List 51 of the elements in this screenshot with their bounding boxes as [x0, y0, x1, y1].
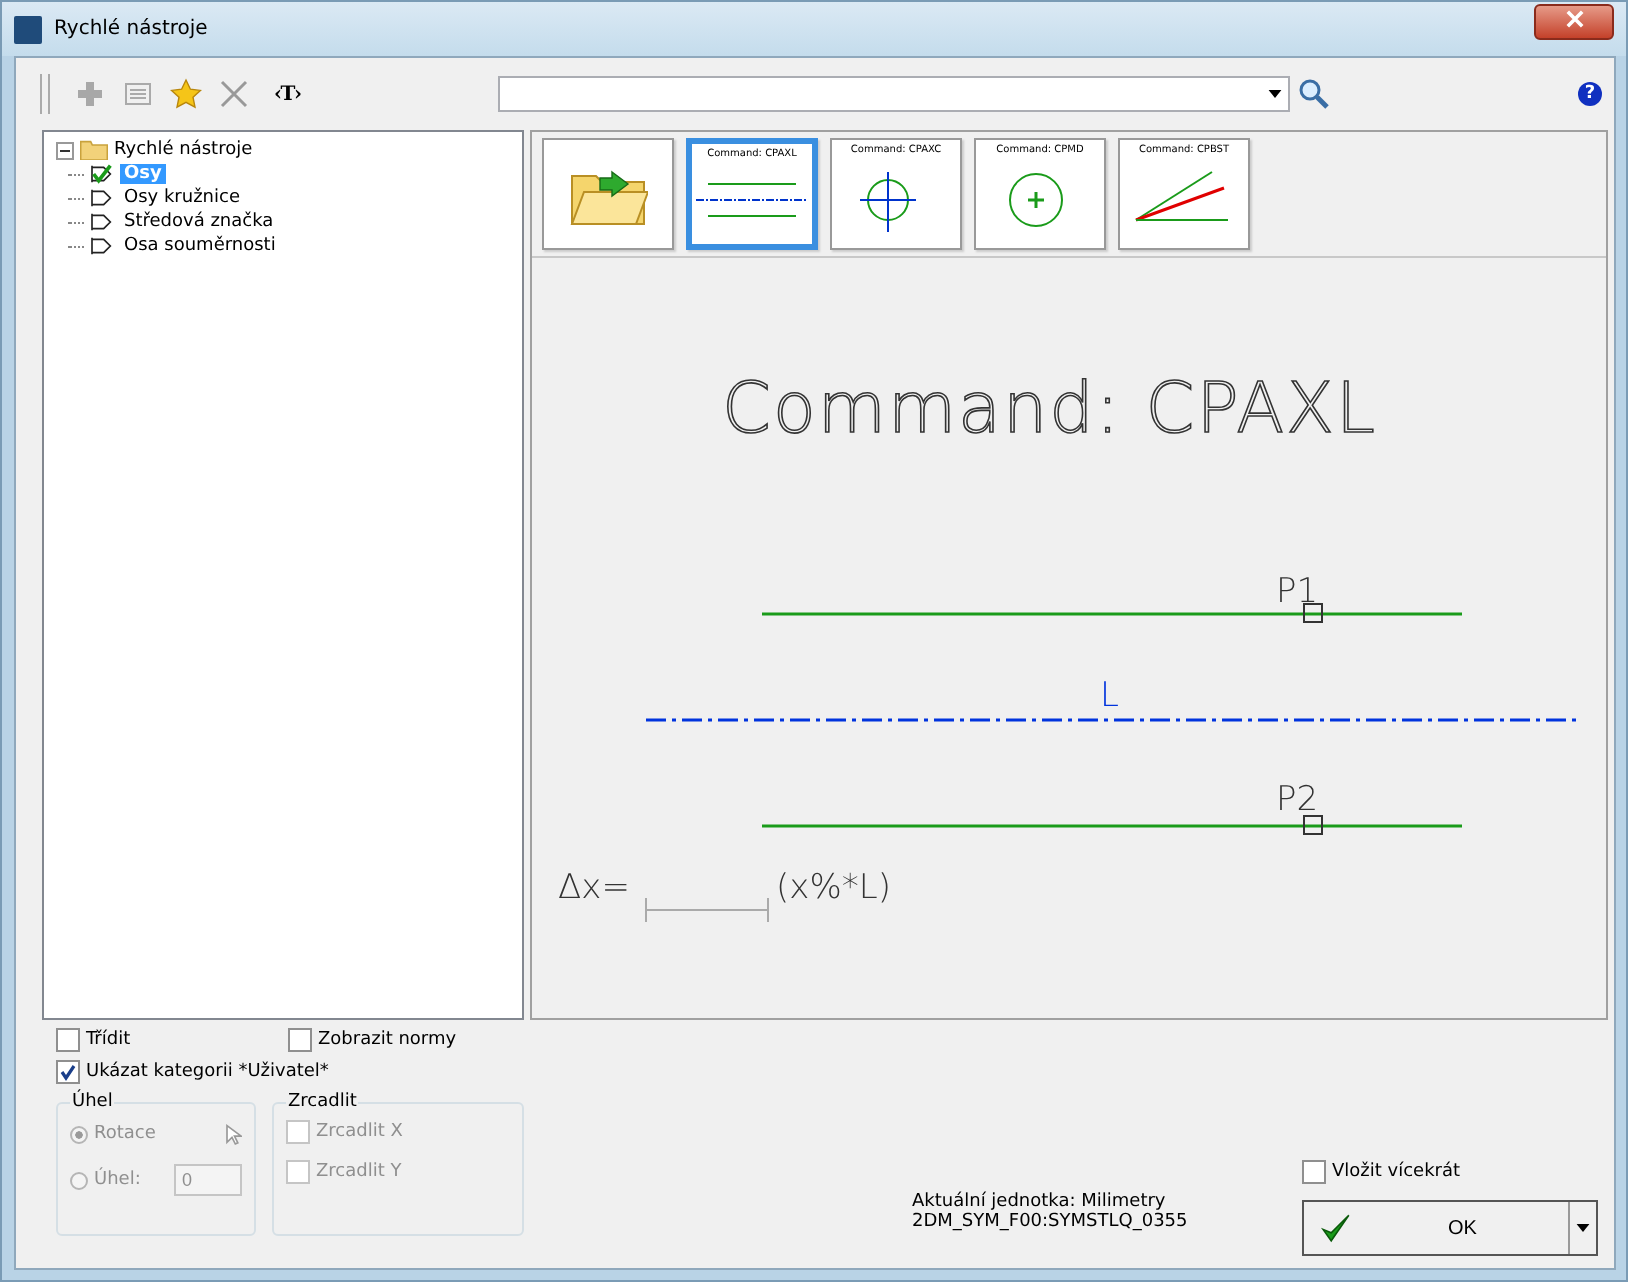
checkbox-label: Třídit	[86, 1030, 131, 1050]
close-icon	[1565, 9, 1583, 27]
close-button[interactable]	[1534, 3, 1614, 39]
point-label: P2	[1276, 780, 1319, 820]
status-text: Aktuální jednotka: Milimetry	[912, 1192, 1168, 1212]
flag-icon	[90, 188, 114, 208]
plus-icon[interactable]	[74, 78, 106, 110]
point-marker	[1303, 815, 1323, 835]
radio-label: Úhel:	[94, 1170, 141, 1190]
show-standards-checkbox[interactable]: Zobrazit normy	[288, 1028, 457, 1052]
flag-icon	[90, 164, 114, 184]
folder-icon	[80, 140, 108, 160]
sort-checkbox[interactable]: Třídit	[56, 1028, 288, 1052]
toolbar-grip	[40, 74, 50, 114]
delete-icon[interactable]	[218, 78, 250, 110]
checkbox-label: Ukázat kategorii *Uživatel*	[86, 1062, 329, 1082]
formula-text: (x%*L)	[776, 868, 891, 908]
text-format-button[interactable]: ‹T›	[266, 83, 310, 105]
group-title: Zrcadlit	[286, 1092, 359, 1112]
tree-item[interactable]: Středová značka	[120, 212, 278, 232]
flag-icon	[90, 236, 114, 256]
cursor-icon	[222, 1120, 242, 1148]
star-icon[interactable]	[170, 78, 202, 110]
search-icon[interactable]	[1297, 78, 1330, 110]
line-label: L	[1100, 676, 1119, 716]
insert-multiple-checkbox[interactable]: Vložit vícekrát	[1302, 1160, 1598, 1184]
symbol-thumbnail[interactable]	[542, 138, 674, 250]
tree-item[interactable]: Osa souměrnosti	[120, 236, 280, 256]
list-icon[interactable]	[122, 78, 154, 110]
group-title: Úhel	[70, 1092, 115, 1112]
checkbox-label: Zrcadlit Y	[316, 1162, 402, 1182]
app-icon	[14, 15, 42, 43]
help-button[interactable]: ?	[1578, 82, 1602, 106]
checkbox-label: Zobrazit normy	[318, 1030, 457, 1050]
show-category-checkbox[interactable]: Ukázat kategorii *Uživatel*	[56, 1060, 576, 1084]
radio-label: Rotace	[94, 1124, 156, 1144]
checkmark-icon	[1320, 1210, 1352, 1246]
point-marker	[1303, 603, 1323, 623]
command-text: Command: CPAXL	[722, 370, 1378, 450]
dropdown-arrow-icon	[1576, 1224, 1590, 1232]
status-text: 2DM_SYM_F00:SYMSTLQ_0355	[912, 1212, 1190, 1232]
flag-icon	[90, 212, 114, 232]
tree-item[interactable]: Osy kružnice	[120, 188, 244, 208]
delta-label: Δx=	[558, 868, 630, 908]
point-label: P1	[1276, 572, 1319, 612]
collapse-icon[interactable]	[56, 141, 74, 159]
checkbox-label: Vložit vícekrát	[1332, 1162, 1461, 1182]
checkbox-label: Zrcadlit X	[316, 1122, 403, 1142]
window-title: Rychlé nástroje	[54, 18, 210, 40]
tree-item[interactable]: Rychlé nástroje	[114, 140, 253, 160]
dimension-line	[645, 897, 769, 923]
